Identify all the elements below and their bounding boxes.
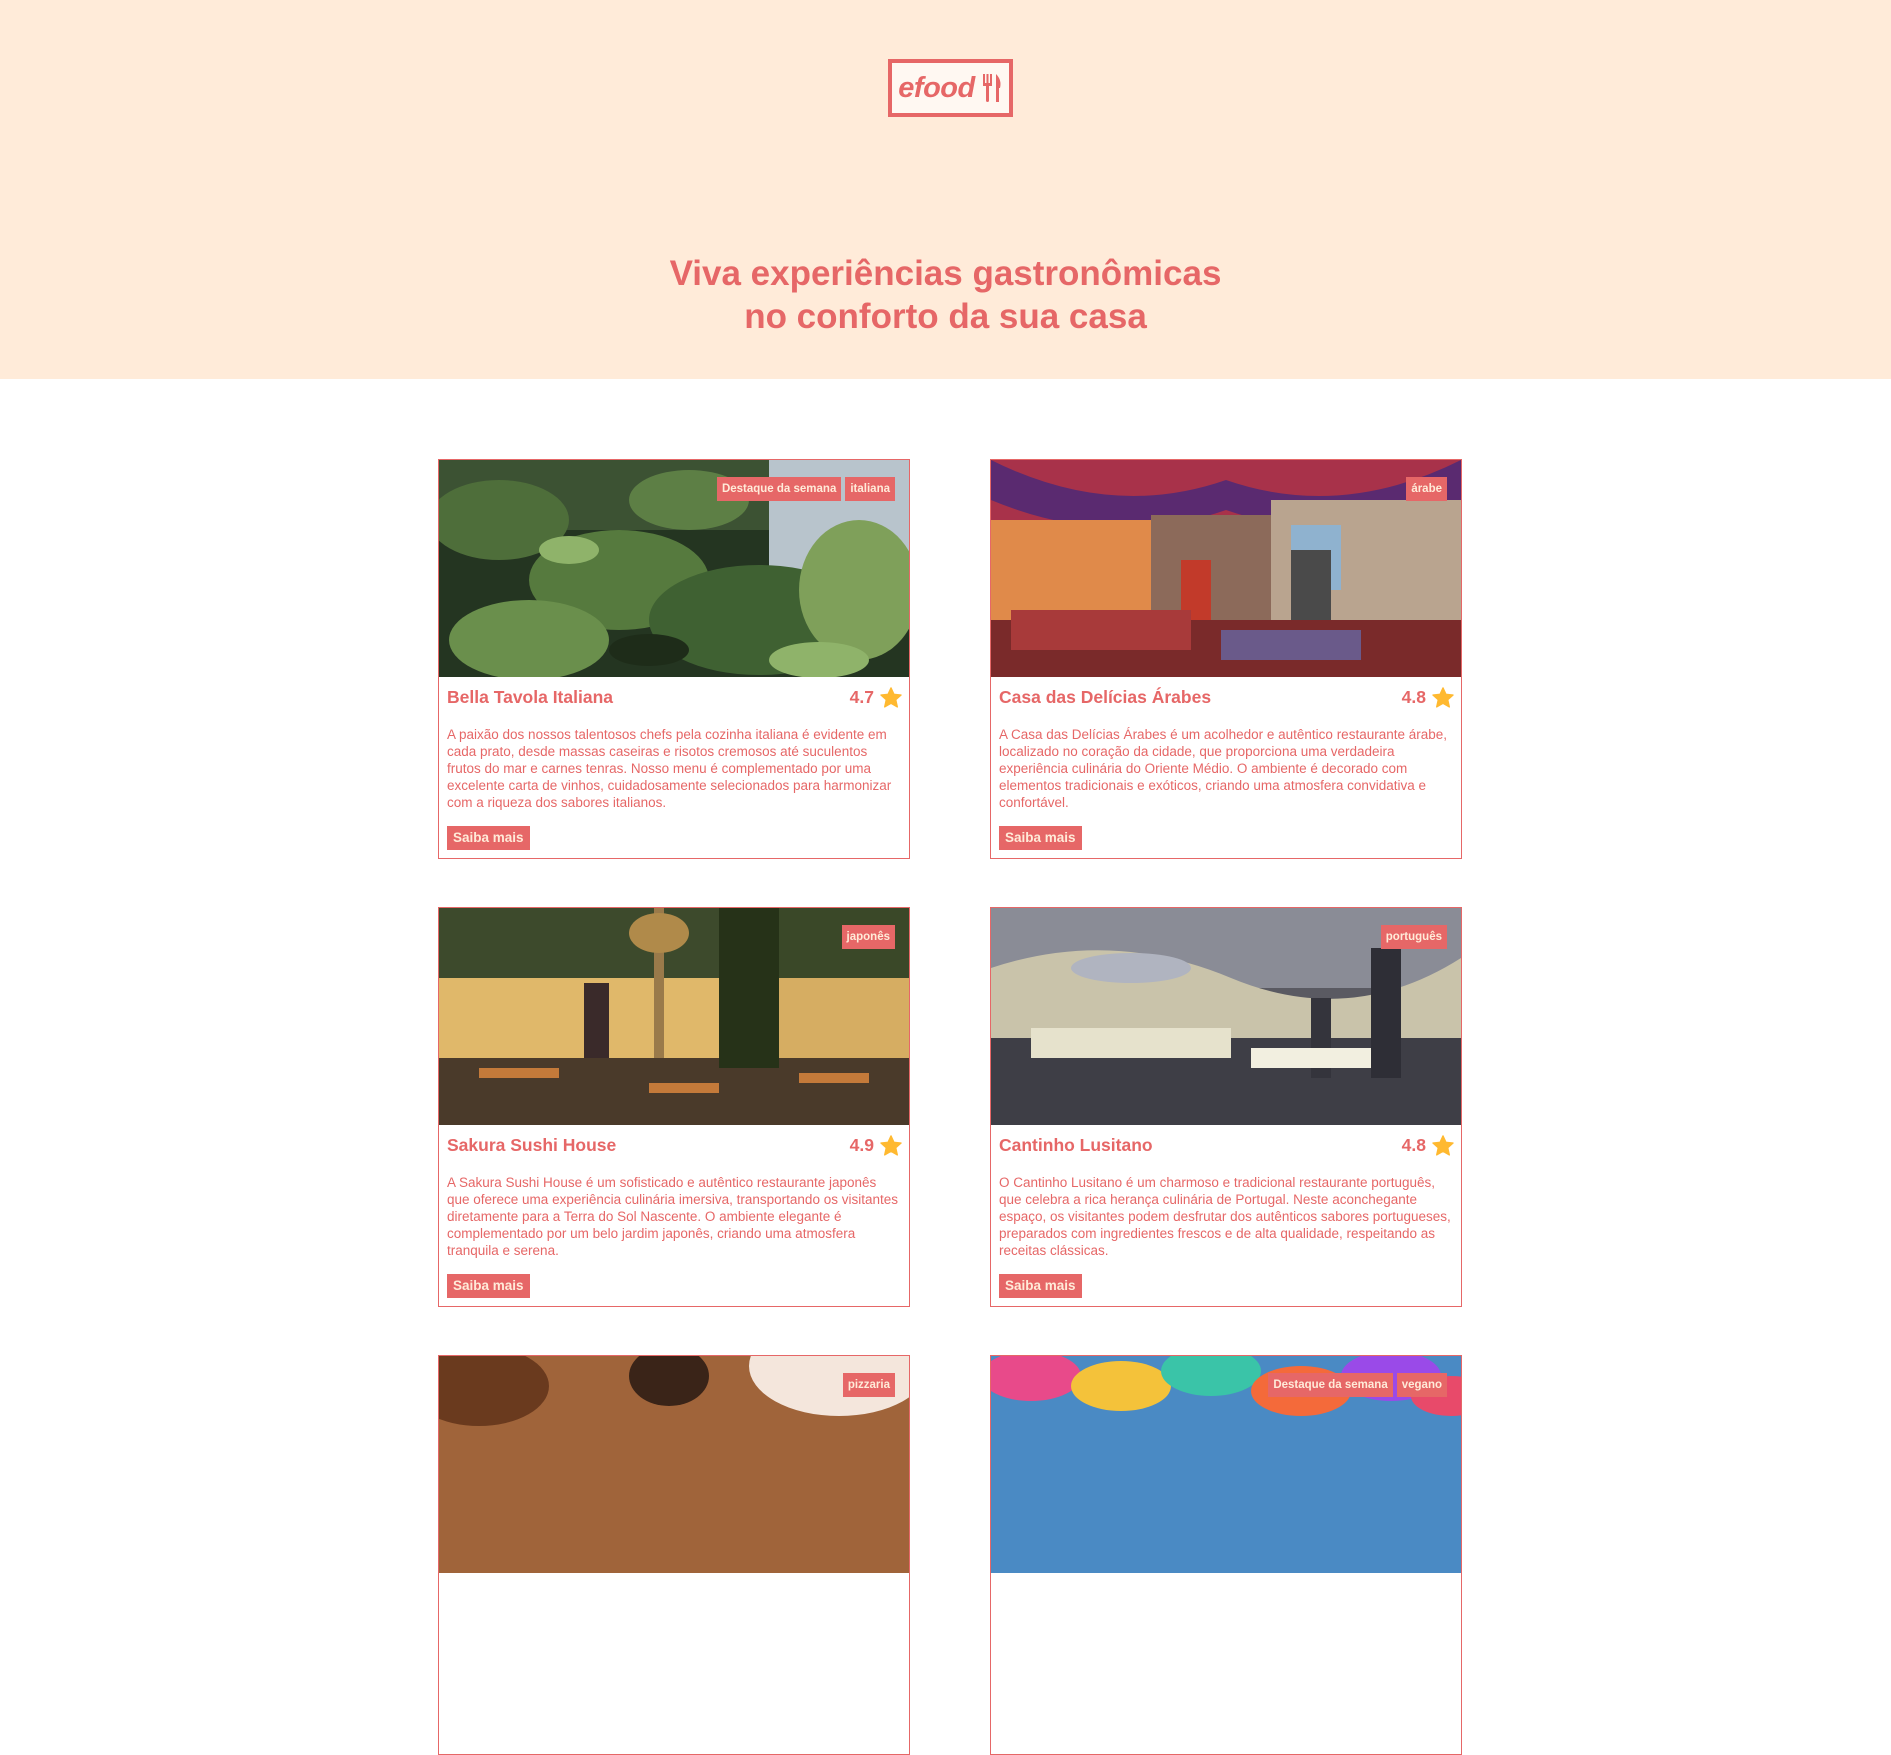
saiba-mais-button[interactable]: Saiba mais: [999, 826, 1082, 850]
restaurant-name: Casa das Delícias Árabes: [999, 686, 1212, 707]
rating-value: 4.9: [849, 1134, 874, 1155]
restaurant-name: Bella Tavola Italiana: [447, 686, 613, 707]
rating: 4.7: [850, 687, 902, 708]
tag-cuisine: português: [1380, 925, 1447, 949]
restaurant-card: Destaque da semana vegano: [990, 1355, 1462, 1755]
tag-featured: Destaque da semana: [716, 477, 842, 501]
rating: 4.9: [850, 1135, 902, 1156]
tag-list: árabe: [1406, 477, 1447, 501]
restaurant-card: Destaque da semana italiana Bella Tavola…: [438, 459, 910, 859]
restaurant-card: pizzaria: [438, 1355, 910, 1755]
rating-value: 4.8: [1401, 686, 1426, 707]
tag-cuisine: árabe: [1406, 477, 1447, 501]
tag-list: Destaque da semana italiana: [716, 477, 895, 501]
tag-list: Destaque da semana vegano: [1268, 1373, 1447, 1397]
rating-value: 4.8: [1401, 1134, 1426, 1155]
logo-text: efood: [898, 71, 975, 104]
cutlery-icon: [982, 74, 1001, 102]
rating-value: 4.7: [849, 686, 874, 707]
restaurant-name: Cantinho Lusitano: [999, 1134, 1153, 1155]
tag-cuisine: pizzaria: [842, 1373, 895, 1397]
rating: 4.8: [1402, 1135, 1454, 1156]
restaurant-description: A Sakura Sushi House é um sofisticado e …: [447, 1175, 898, 1258]
tagline-line-2: no conforto da sua casa: [744, 297, 1147, 336]
saiba-mais-button[interactable]: Saiba mais: [447, 1274, 530, 1298]
restaurant-image: Destaque da semana italiana: [439, 460, 909, 677]
logo[interactable]: efood: [888, 59, 1013, 117]
restaurant-image: árabe: [991, 460, 1461, 677]
star-icon: [1432, 1134, 1454, 1156]
tag-cuisine: japonês: [841, 925, 895, 949]
tag-list: japonês: [841, 925, 895, 949]
star-icon: [880, 1134, 902, 1156]
restaurant-description: O Cantinho Lusitano é um charmoso e trad…: [999, 1175, 1451, 1258]
saiba-mais-button[interactable]: Saiba mais: [447, 826, 530, 850]
restaurant-description: A Casa das Delícias Árabes é um acolhedo…: [999, 727, 1448, 810]
star-icon: [880, 686, 902, 708]
saiba-mais-button[interactable]: Saiba mais: [999, 1274, 1082, 1298]
restaurant-card: árabe Casa das Delícias Árabes 4.8 A Cas…: [990, 459, 1462, 859]
tag-featured: Destaque da semana: [1268, 1373, 1393, 1397]
restaurant-card: português Cantinho Lusitano 4.8 O Cantin…: [990, 907, 1462, 1307]
hero-tagline: Viva experiências gastronômicas no confo…: [0, 252, 1891, 338]
tagline-line-1: Viva experiências gastronômicas: [669, 254, 1222, 293]
restaurant-name: Sakura Sushi House: [447, 1134, 617, 1155]
tag-cuisine: vegano: [1396, 1373, 1447, 1397]
restaurant-card: japonês Sakura Sushi House 4.9 A Sakura …: [438, 907, 910, 1307]
restaurant-image: português: [991, 908, 1461, 1125]
star-icon: [1432, 686, 1454, 708]
tag-list: português: [1380, 925, 1447, 949]
restaurant-description: A paixão dos nossos talentosos chefs pel…: [447, 727, 892, 810]
tag-cuisine: italiana: [845, 477, 895, 501]
restaurant-image: Destaque da semana vegano: [991, 1356, 1461, 1573]
restaurant-image: pizzaria: [439, 1356, 909, 1573]
hero-banner: efood Viva experiências gastronômicas no…: [0, 0, 1891, 379]
restaurant-image: japonês: [439, 908, 909, 1125]
tag-list: pizzaria: [842, 1373, 895, 1397]
rating: 4.8: [1402, 687, 1454, 708]
